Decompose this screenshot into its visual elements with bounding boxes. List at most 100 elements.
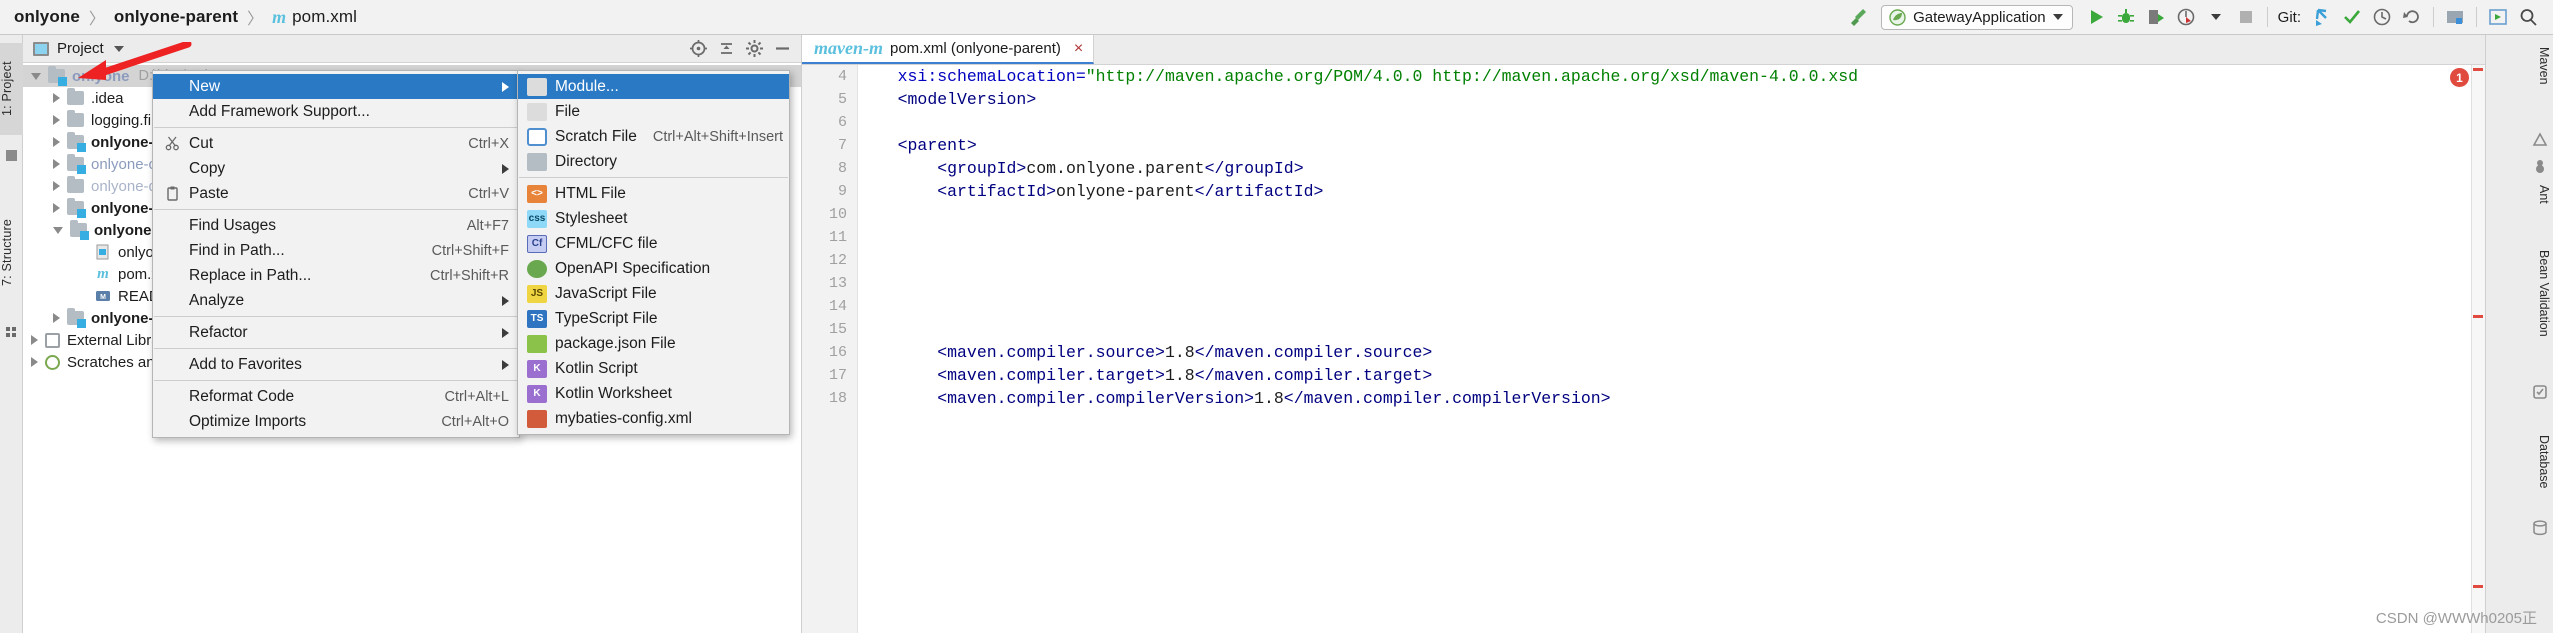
editor-tab-pom-xml[interactable]: maven-m pom.xml (onlyone-parent) × (802, 35, 1095, 64)
project-structure-icon[interactable] (2440, 2, 2470, 32)
error-stripe[interactable] (2471, 65, 2485, 633)
chevron-right-icon[interactable] (53, 159, 60, 169)
line-number: 6 (837, 114, 847, 131)
chevron-down-icon[interactable] (31, 72, 41, 80)
menu-item-replace-in-path[interactable]: Replace in Path... Ctrl+Shift+R (153, 263, 519, 288)
submenu-item-label: mybaties-config.xml (555, 409, 692, 427)
editor-tab-strip: maven-m pom.xml (onlyone-parent) × (802, 35, 2485, 65)
chevron-right-icon[interactable] (53, 181, 60, 191)
submenu-item-openapi-specification[interactable]: OpenAPI Specification (518, 256, 789, 281)
tool-window-grid-icon (6, 325, 17, 337)
tool-window-tab-project[interactable]: 1: Project (0, 43, 23, 135)
submenu-item-kotlin-script[interactable]: K Kotlin Script (518, 356, 789, 381)
menu-item-add-framework-support[interactable]: Add Framework Support... (153, 99, 519, 124)
chevron-right-icon[interactable] (53, 93, 60, 103)
search-icon[interactable] (2513, 2, 2543, 32)
error-count-badge[interactable]: 1 (2450, 68, 2469, 87)
ant-tool-icon[interactable] (2531, 157, 2549, 180)
menu-item-refactor[interactable]: Refactor (153, 320, 519, 345)
git-rollback-icon[interactable] (2397, 2, 2427, 32)
git-history-icon[interactable] (2367, 2, 2397, 32)
chevron-right-icon[interactable] (53, 137, 60, 147)
menu-item-copy[interactable]: Copy (153, 156, 519, 181)
submenu-item-file[interactable]: File (518, 99, 789, 124)
run-with-coverage-button[interactable] (2141, 2, 2171, 32)
tool-window-tab-ant[interactable]: Ant (2529, 185, 2551, 223)
submenu-item-directory[interactable]: Directory (518, 149, 789, 174)
breadcrumb-item-module[interactable]: onlyone-parent (114, 7, 238, 27)
menu-item-label: Cut (189, 134, 214, 152)
hide-icon[interactable] (769, 37, 795, 61)
menu-item-shortcut: Ctrl+Alt+L (444, 388, 509, 405)
menu-item-find-usages[interactable]: Find Usages Alt+F7 (153, 213, 519, 238)
tool-window-tab-bean-validation[interactable]: Bean Validation (2529, 250, 2551, 370)
breadcrumb-item-file[interactable]: pom.xml (292, 7, 357, 27)
chevron-down-icon[interactable] (53, 226, 63, 234)
breadcrumb-item-project[interactable]: onlyone (14, 7, 80, 27)
git-commit-icon[interactable] (2337, 2, 2367, 32)
submenu-item-scratch-file[interactable]: Scratch File Ctrl+Alt+Shift+Insert (518, 124, 789, 149)
select-in-icon[interactable] (2483, 2, 2513, 32)
stop-button[interactable] (2231, 2, 2261, 32)
profile-button[interactable] (2171, 2, 2201, 32)
menu-item-cut[interactable]: Cut Ctrl+X (153, 131, 519, 156)
menu-item-label: Paste (189, 184, 229, 202)
submenu-item-package-json-file[interactable]: package.json File (518, 331, 789, 356)
menu-item-label: Add to Favorites (189, 355, 302, 373)
submenu-item-kotlin-worksheet[interactable]: K Kotlin Worksheet (518, 381, 789, 406)
menu-item-optimize-imports[interactable]: Optimize Imports Ctrl+Alt+O (153, 409, 519, 434)
css-icon: css (527, 209, 547, 228)
submenu-item-html-file[interactable]: <> HTML File (518, 181, 789, 206)
database-icon[interactable] (2531, 519, 2549, 542)
editor-tab-label: pom.xml (onlyone-parent) (890, 40, 1061, 57)
chevron-down-icon[interactable] (2052, 14, 2063, 20)
maven-m-icon: maven-m (814, 38, 883, 58)
code-line: <maven.compiler.compilerVersion>1.8</mav… (937, 389, 1611, 408)
submenu-item-typescript-file[interactable]: TS TypeScript File (518, 306, 789, 331)
menu-item-add-to-favorites[interactable]: Add to Favorites (153, 352, 519, 377)
maven-file-icon: m (97, 265, 109, 282)
bean-validation-icon[interactable] (2531, 383, 2549, 406)
chevron-right-icon[interactable] (53, 115, 60, 125)
tool-window-tab-structure[interactable]: 7: Structure (0, 200, 23, 305)
submenu-item-module[interactable]: Module... (518, 74, 789, 99)
run-configuration-selector[interactable]: GatewayApplication (1881, 4, 2073, 30)
editor-area: maven-m pom.xml (onlyone-parent) × 4 5 6… (802, 35, 2485, 633)
kotlin-icon: K (527, 384, 547, 403)
menu-item-reformat-code[interactable]: Reformat Code Ctrl+Alt+L (153, 384, 519, 409)
code-line: <maven.compiler.target>1.8</maven.compil… (937, 366, 1433, 385)
chevron-right-icon[interactable] (31, 357, 38, 367)
menu-item-analyze[interactable]: Analyze (153, 288, 519, 313)
chevron-right-icon[interactable] (31, 335, 38, 345)
locate-icon[interactable] (685, 37, 711, 61)
submenu-item-javascript-file[interactable]: JS JavaScript File (518, 281, 789, 306)
chevron-down-icon[interactable] (2201, 2, 2231, 32)
collapse-all-icon[interactable] (713, 37, 739, 61)
menu-item-new[interactable]: New (153, 74, 519, 99)
debug-button[interactable] (2111, 2, 2141, 32)
menu-separator (519, 177, 788, 178)
maven-tool-icon[interactable] (2531, 131, 2549, 154)
tool-window-tab-database[interactable]: Database (2529, 435, 2551, 507)
menu-item-find-in-path[interactable]: Find in Path... Ctrl+Shift+F (153, 238, 519, 263)
line-number: 12 (828, 252, 847, 269)
scissors-icon (161, 136, 183, 151)
breadcrumb-separator-icon: 〉 (247, 11, 264, 28)
chevron-right-icon[interactable] (53, 203, 60, 213)
submenu-item-cfml-cfc-file[interactable]: Cf CFML/CFC file (518, 231, 789, 256)
editor-code[interactable]: xsi:schemaLocation="http://maven.apache.… (858, 65, 2485, 633)
chevron-right-icon (502, 359, 509, 370)
menu-item-paste[interactable]: Paste Ctrl+V (153, 181, 519, 206)
close-icon[interactable]: × (1074, 40, 1083, 58)
git-update-icon[interactable] (2307, 2, 2337, 32)
tool-window-tab-maven[interactable]: Maven (2529, 47, 2551, 109)
run-button[interactable] (2081, 2, 2111, 32)
submenu-item-stylesheet[interactable]: css Stylesheet (518, 206, 789, 231)
chevron-right-icon[interactable] (53, 313, 60, 323)
hammer-icon[interactable] (1843, 2, 1873, 32)
submenu-item-mybaties-config-xml[interactable]: mybaties-config.xml (518, 406, 789, 431)
chevron-right-icon (502, 295, 509, 306)
settings-icon[interactable] (741, 37, 767, 61)
